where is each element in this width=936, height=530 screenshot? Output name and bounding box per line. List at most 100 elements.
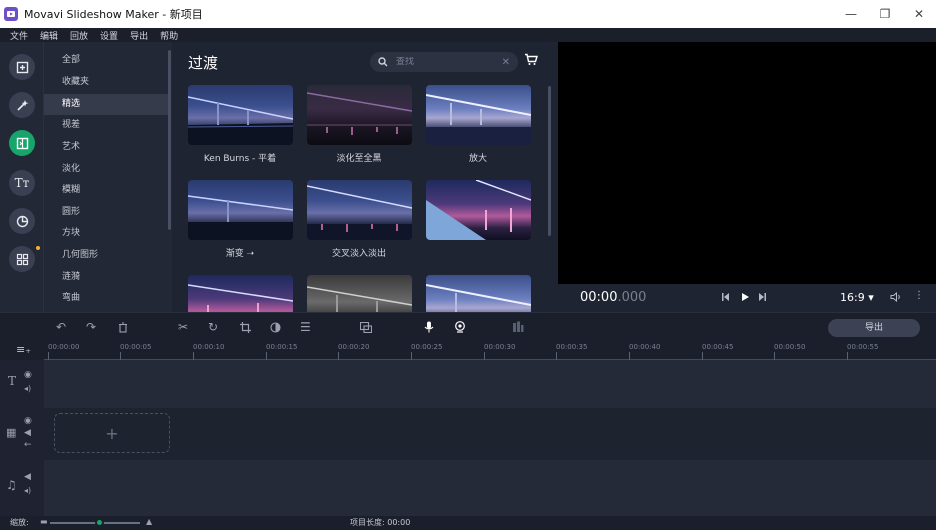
volume-icon[interactable]: ◀	[24, 472, 31, 482]
menu-export[interactable]: 导出	[130, 29, 148, 42]
ruler-tick	[411, 352, 412, 360]
category-item[interactable]: 视差	[44, 115, 168, 136]
transition-thumbnail[interactable]	[426, 85, 531, 145]
category-item[interactable]: 收藏夹	[44, 72, 168, 93]
crop-icon[interactable]	[240, 322, 251, 333]
menu-file[interactable]: 文件	[10, 29, 28, 42]
titles-button[interactable]: Tт	[9, 170, 35, 196]
titles-icon: Tт	[14, 176, 30, 190]
menu-help[interactable]: 帮助	[160, 29, 178, 42]
close-button[interactable]: ✕	[902, 0, 936, 28]
timeline-ruler[interactable]: ≡₊ 00:00:00 00:00:05 00:00:10 00:00:15 0…	[0, 340, 936, 360]
ruler-tick-label: 00:00:25	[411, 343, 443, 351]
transition-thumbnail[interactable]	[307, 180, 412, 240]
clear-search-icon[interactable]: ✕	[502, 57, 510, 68]
search-icon	[378, 57, 388, 67]
play-icon[interactable]	[740, 292, 750, 302]
ruler-tick-label: 00:00:40	[629, 343, 661, 351]
category-item[interactable]: 圆形	[44, 202, 168, 223]
import-button[interactable]	[9, 54, 35, 80]
properties-icon[interactable]: ☰	[300, 320, 311, 334]
more-options-icon[interactable]: ⋮	[914, 290, 924, 301]
ruler-tick	[266, 352, 267, 360]
transition-thumbnail[interactable]	[307, 85, 412, 145]
volume-icon[interactable]	[890, 292, 902, 302]
category-item[interactable]: 淡化	[44, 159, 168, 180]
ruler-tick	[702, 352, 703, 360]
visibility-icon[interactable]: ◉	[24, 416, 32, 426]
stickers-button[interactable]	[9, 208, 35, 234]
transition-thumbnail[interactable]	[307, 275, 412, 312]
more-tools-button[interactable]	[9, 246, 35, 272]
add-media-dropzone[interactable]: +	[54, 413, 170, 453]
ripple-icon[interactable]: ←	[24, 440, 32, 450]
zoom-out-icon[interactable]: ▬	[40, 517, 48, 526]
add-track-icon[interactable]: ≡₊	[16, 343, 31, 356]
category-scrollbar[interactable]	[168, 50, 171, 230]
category-item[interactable]: 艺术	[44, 137, 168, 158]
ruler-tick-label: 00:00:05	[120, 343, 152, 351]
transition-thumbnail[interactable]	[426, 275, 531, 312]
redo-icon[interactable]: ↷	[86, 320, 96, 334]
category-item[interactable]: 涟漪	[44, 267, 168, 288]
import-icon	[16, 61, 28, 73]
minimize-button[interactable]: —	[834, 0, 868, 28]
category-item[interactable]: 方块	[44, 223, 168, 244]
audio-mute-icon[interactable]: ◂)	[24, 384, 31, 393]
color-adjust-icon[interactable]	[270, 322, 281, 333]
music-track-body[interactable]	[44, 460, 936, 516]
volume-icon[interactable]: ◀	[24, 428, 31, 438]
export-button[interactable]: 导出	[828, 319, 920, 337]
audio-mute-icon[interactable]: ◂)	[24, 486, 31, 495]
transition-thumbnail[interactable]	[188, 180, 293, 240]
title-track-body[interactable]	[44, 360, 936, 408]
microphone-icon[interactable]	[424, 321, 434, 333]
cut-icon[interactable]: ✂	[178, 320, 188, 334]
pip-icon[interactable]	[360, 322, 372, 333]
category-item[interactable]: 模糊	[44, 180, 168, 201]
ruler-tick	[774, 352, 775, 360]
project-duration: 项目长度: 00:00	[350, 518, 411, 527]
webcam-icon[interactable]	[454, 321, 466, 333]
visibility-icon[interactable]: ◉	[24, 370, 32, 380]
transition-thumbnail[interactable]	[188, 85, 293, 145]
category-item[interactable]: 弯曲	[44, 288, 168, 309]
previous-frame-icon[interactable]	[720, 292, 730, 302]
category-item[interactable]: 几何图形	[44, 245, 168, 266]
undo-icon[interactable]: ↶	[56, 320, 66, 334]
search-box: ✕	[370, 52, 518, 72]
menu-settings[interactable]: 设置	[100, 29, 118, 42]
zoom-slider[interactable]	[50, 518, 140, 527]
zoom-in-icon[interactable]: ▲	[146, 517, 152, 526]
transition-thumbnail[interactable]	[426, 180, 531, 240]
rotate-icon[interactable]: ↻	[208, 320, 218, 334]
window-title: Movavi Slideshow Maker - 新项目	[24, 8, 203, 21]
filters-button[interactable]	[9, 92, 35, 118]
film-strip-icon: ▦	[6, 426, 17, 439]
music-note-icon: ♫	[6, 478, 17, 492]
next-frame-icon[interactable]	[758, 292, 768, 302]
music-track-header: ♫ ◀ ◂)	[0, 460, 44, 516]
search-input[interactable]	[396, 57, 476, 67]
delete-icon[interactable]	[118, 322, 128, 333]
timecode-ms: .000	[617, 290, 647, 305]
aspect-ratio-select[interactable]: 16:9 ▾	[840, 291, 874, 304]
ruler-tick	[484, 352, 485, 360]
video-track: ▦ ◉ ◀ ← +	[0, 408, 936, 460]
store-cart-icon[interactable]	[524, 53, 538, 66]
menu-playback[interactable]: 回放	[70, 29, 88, 42]
audio-levels-icon[interactable]	[512, 321, 524, 333]
ruler-tick-label: 00:00:00	[48, 343, 80, 351]
restore-button[interactable]: ❐	[868, 0, 902, 28]
transition-thumbnail[interactable]	[188, 275, 293, 312]
panel-scrollbar[interactable]	[548, 86, 551, 236]
category-item[interactable]: 全部	[44, 50, 168, 71]
menu-edit[interactable]: 编辑	[40, 29, 58, 42]
menu-bar: 文件 编辑 回放 设置 导出 帮助	[0, 28, 936, 42]
plus-icon: +	[105, 423, 119, 443]
zoom-slider-handle[interactable]	[95, 518, 104, 527]
thumbnail-label: 渐变 ➝	[225, 249, 255, 259]
transitions-button[interactable]	[9, 130, 35, 156]
category-item-selected[interactable]: 精选	[44, 94, 168, 115]
video-track-body[interactable]: +	[44, 408, 936, 460]
